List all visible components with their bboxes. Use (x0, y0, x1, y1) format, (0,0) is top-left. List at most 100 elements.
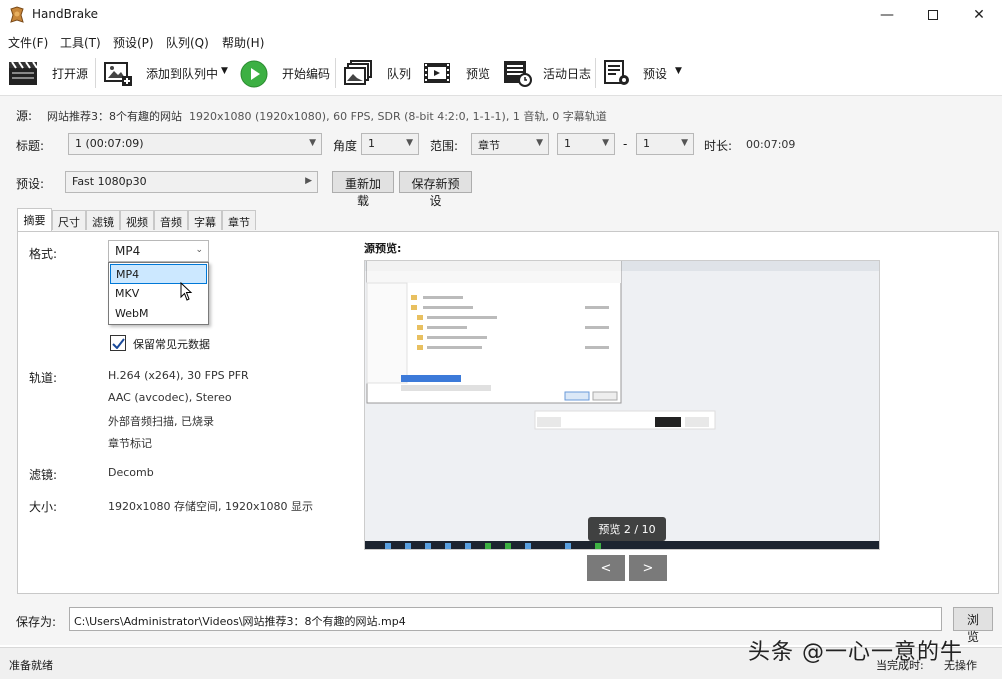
range-separator: - (623, 137, 628, 151)
range-end-select[interactable]: 1 ▼ (636, 133, 694, 155)
chevron-down-icon: ▼ (406, 138, 413, 148)
chevron-down-icon: ▼ (602, 138, 609, 148)
source-name: 网站推荐3：8个有趣的网站 (47, 110, 182, 123)
preview-next-button[interactable]: > (629, 555, 667, 581)
mouse-cursor-icon (180, 282, 193, 301)
chevron-down-icon: ⌄ (195, 245, 203, 255)
chevron-down-icon: ▼ (536, 138, 543, 148)
range-start-value: 1 (564, 137, 571, 150)
clapperboard-icon[interactable] (8, 59, 38, 87)
tab-video[interactable]: 视频 (120, 210, 154, 230)
activity-log-button[interactable]: 活动日志 (543, 65, 591, 82)
save-path-input[interactable]: C:\Users\Administrator\Videos\网站推荐3：8个有趣… (69, 607, 942, 631)
format-label: 格式: (29, 247, 58, 261)
chevron-down-icon: ▼ (681, 138, 688, 148)
start-encode-button[interactable]: 开始编码 (282, 65, 330, 82)
toolbar-separator (95, 58, 96, 88)
keep-metadata-label: 保留常见元数据 (133, 338, 210, 351)
title-label: 标题: (16, 139, 45, 153)
save-as-label: 保存为: (16, 615, 57, 629)
preset-label: 预设: (16, 177, 45, 191)
format-option-mp4[interactable]: MP4 (110, 264, 207, 284)
reload-button[interactable]: 重新加载 (332, 171, 394, 208)
preset-select[interactable]: Fast 1080p30 ▶ (65, 171, 318, 193)
chevron-right-icon: ▶ (305, 176, 312, 186)
preview-button[interactable]: 预览 (466, 65, 490, 82)
queue-icon[interactable] (343, 59, 373, 87)
preview-frame-graphic (365, 261, 879, 549)
checkmark-icon (111, 337, 125, 349)
tab-audio[interactable]: 音频 (154, 210, 188, 230)
size-value: 1920x1080 存储空间, 1920x1080 显示 (108, 500, 313, 513)
tab-summary[interactable]: 摘要 (17, 208, 52, 232)
source-preview-image (364, 260, 880, 550)
source-label: 源: (16, 109, 33, 123)
add-to-queue-icon[interactable] (103, 59, 133, 87)
queue-button[interactable]: 队列 (387, 65, 411, 82)
source-preview-label: 源预览: (364, 242, 402, 255)
format-select[interactable]: MP4 ⌄ (108, 240, 209, 262)
menu-tools[interactable]: 工具(T) (60, 34, 101, 51)
menu-file[interactable]: 文件(F) (8, 34, 48, 51)
filters-label: 滤镜: (29, 468, 58, 482)
toolbar-separator (595, 58, 596, 88)
format-option-webm[interactable]: WebM (110, 304, 207, 324)
minimize-button[interactable]: — (864, 0, 910, 30)
track-chapters: 章节标记 (108, 437, 152, 450)
maximize-icon (928, 10, 938, 20)
tab-filters[interactable]: 滤镜 (86, 210, 120, 230)
format-select-value: MP4 (115, 244, 141, 258)
filters-value: Decomb (108, 466, 154, 479)
range-label: 范围: (430, 139, 459, 153)
menu-presets[interactable]: 预设(P) (113, 34, 154, 51)
preview-counter: 预览 2 / 10 (588, 517, 666, 541)
browse-button[interactable]: 浏览 (953, 607, 993, 644)
source-info: 1920x1080 (1920x1080), 60 FPS, SDR (8-bi… (189, 110, 607, 123)
minimize-icon: — (880, 7, 894, 23)
range-type-select[interactable]: 章节 ▼ (471, 133, 549, 155)
title-bar (0, 0, 1002, 30)
close-icon: ✕ (973, 7, 985, 23)
preview-prev-button[interactable]: < (587, 555, 625, 581)
menu-help[interactable]: 帮助(H) (222, 34, 264, 51)
watermark-text: 头条 @一心一意的牛 (748, 640, 963, 665)
maximize-button[interactable] (910, 0, 956, 30)
toolbar-separator (335, 58, 336, 88)
tab-chapters[interactable]: 章节 (222, 210, 256, 230)
track-audio: AAC (avcodec), Stereo (108, 391, 232, 404)
menu-queue[interactable]: 队列(Q) (166, 34, 209, 51)
add-to-queue-dropdown-icon[interactable]: ▼ (221, 66, 228, 76)
play-icon[interactable] (240, 60, 268, 88)
chevron-down-icon: ▼ (309, 138, 316, 148)
preview-icon[interactable] (422, 59, 452, 87)
duration-label: 时长: (704, 139, 733, 153)
window-title: HandBrake (32, 7, 99, 21)
angle-label: 角度 (333, 139, 358, 153)
keep-metadata-checkbox[interactable] (110, 335, 126, 351)
angle-select[interactable]: 1 ▼ (361, 133, 419, 155)
add-to-queue-button[interactable]: 添加到队列中 (146, 65, 218, 82)
presets-button[interactable]: 预设 (643, 65, 667, 82)
presets-icon[interactable] (602, 59, 632, 87)
save-new-preset-button[interactable]: 保存新预设 (399, 171, 472, 208)
preset-select-value: Fast 1080p30 (72, 175, 147, 188)
title-select[interactable]: 1 (00:07:09) ▼ (68, 133, 322, 155)
range-end-value: 1 (643, 137, 650, 150)
tracks-label: 轨道: (29, 371, 58, 385)
track-video: H.264 (x264), 30 FPS PFR (108, 369, 249, 382)
range-type-value: 章节 (478, 139, 500, 152)
track-subtitle-scan: 外部音频扫描, 已烧录 (108, 415, 214, 428)
angle-select-value: 1 (368, 137, 375, 150)
status-text: 准备就绪 (9, 659, 53, 672)
title-select-value: 1 (00:07:09) (75, 137, 144, 150)
tab-dimensions[interactable]: 尺寸 (52, 210, 86, 230)
open-source-button[interactable]: 打开源 (52, 65, 88, 82)
close-button[interactable]: ✕ (956, 0, 1002, 30)
duration-value: 00:07:09 (746, 138, 796, 151)
range-start-select[interactable]: 1 ▼ (557, 133, 615, 155)
tab-subtitles[interactable]: 字幕 (188, 210, 222, 230)
activity-log-icon[interactable] (502, 59, 532, 87)
handbrake-logo-icon (10, 6, 24, 23)
presets-dropdown-icon[interactable]: ▼ (675, 66, 682, 76)
size-label: 大小: (29, 500, 58, 514)
